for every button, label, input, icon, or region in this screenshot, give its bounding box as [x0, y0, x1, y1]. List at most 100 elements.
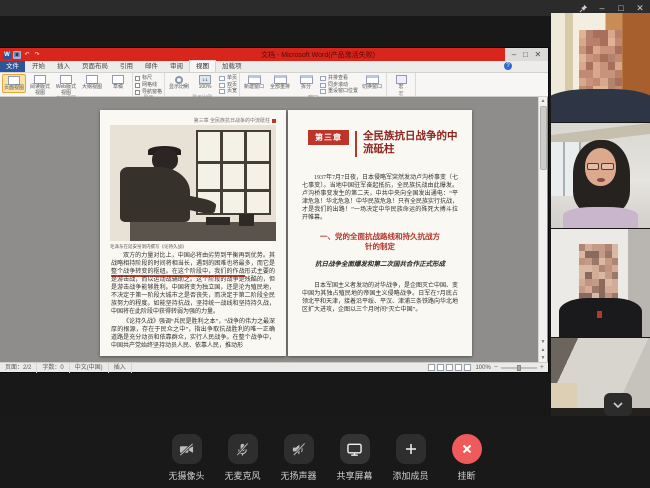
- mosaic-cell: [586, 78, 593, 86]
- word-window-controls: – □ ✕: [505, 48, 548, 61]
- mosaic-cell: [612, 258, 619, 265]
- camera-off-button[interactable]: 无摄像头: [166, 434, 207, 482]
- mosaic-cell: [599, 286, 606, 293]
- mosaic-cell: [586, 62, 593, 70]
- zoom-in-button[interactable]: +: [540, 364, 544, 372]
- zoom-100-button[interactable]: 1:1 100%: [193, 74, 217, 91]
- undo-icon[interactable]: ↶: [23, 51, 31, 59]
- view-shortcut-icon[interactable]: [446, 364, 453, 371]
- print-layout-view-button[interactable]: 页面视图: [2, 74, 26, 93]
- scrollbar-thumb[interactable]: [540, 106, 547, 170]
- tab-page-layout[interactable]: 页面布局: [76, 61, 114, 72]
- tab-addins[interactable]: 加载项: [216, 61, 248, 72]
- tab-references[interactable]: 引用: [114, 61, 139, 72]
- arrange-all-button[interactable]: 全部重排: [268, 74, 292, 91]
- mao-writing-photo: [110, 125, 276, 241]
- mosaic-cell: [612, 265, 619, 272]
- zoom-100-icon: 1:1: [199, 75, 211, 84]
- previous-page-icon[interactable]: ▲: [541, 346, 546, 354]
- new-window-button[interactable]: 新建窗口: [242, 74, 266, 91]
- word-close-button[interactable]: ✕: [535, 48, 542, 61]
- draft-view-button[interactable]: 草稿: [106, 74, 130, 91]
- minimize-button[interactable]: –: [596, 2, 608, 14]
- status-view-shortcuts[interactable]: [428, 364, 471, 371]
- mosaic-cell: [599, 272, 606, 279]
- tab-insert[interactable]: 插入: [51, 61, 76, 72]
- pin-icon[interactable]: [577, 2, 589, 14]
- help-icon[interactable]: ?: [504, 62, 512, 70]
- split-button[interactable]: 拆分: [294, 74, 318, 91]
- red-underline-annotation: 整个战争转变的枢纽。在这个阶段中，我们的作战: [111, 269, 245, 277]
- scroll-up-icon[interactable]: ▲: [541, 97, 546, 105]
- chapter-title: 全民族抗日战争的中流砥柱: [363, 130, 459, 156]
- video-tile-participant-2[interactable]: [551, 123, 650, 228]
- word-maximize-button[interactable]: □: [523, 48, 528, 61]
- tab-home[interactable]: 开始: [26, 61, 51, 72]
- word-app-icon: W: [3, 51, 11, 59]
- mic-off-button[interactable]: 无麦克风: [222, 434, 263, 482]
- document-area: 第三章 全民族抗日战争的中流砥柱: [0, 97, 548, 362]
- redo-icon[interactable]: ↷: [33, 51, 41, 59]
- mosaic-cell: [579, 286, 586, 293]
- checkbox-icon: [135, 76, 140, 81]
- side-by-side-icon: [320, 76, 326, 81]
- tab-review[interactable]: 审阅: [164, 61, 189, 72]
- document-scrollbar[interactable]: ▲ ▼ ▲ ▼: [538, 97, 547, 362]
- tab-mailings[interactable]: 邮件: [139, 61, 164, 72]
- video-tile-participant-1[interactable]: [551, 13, 650, 122]
- mosaic-cell: [593, 62, 600, 70]
- video-tile-participant-3[interactable]: [551, 229, 650, 337]
- status-insert-mode[interactable]: 插入: [109, 363, 132, 373]
- macros-button[interactable]: 宏: [389, 74, 413, 91]
- view-shortcut-icon[interactable]: [428, 364, 435, 371]
- close-button[interactable]: ✕: [634, 2, 646, 14]
- add-member-button[interactable]: 添加成员: [390, 434, 431, 482]
- view-side-by-side-button[interactable]: 并排查看: [320, 76, 358, 82]
- mosaic-cell: [579, 38, 586, 46]
- status-word-count[interactable]: 字数：0: [37, 363, 69, 373]
- one-page-button[interactable]: 单页: [219, 76, 237, 82]
- share-screen-button[interactable]: 共享屏幕: [334, 434, 375, 482]
- outline-view-button[interactable]: 大纲视图: [80, 74, 104, 91]
- tab-file[interactable]: 文件: [0, 61, 25, 72]
- zoom-button[interactable]: 显示比例: [167, 74, 191, 91]
- camera-off-icon: [178, 442, 195, 457]
- web-layout-view-button[interactable]: Web版式视图: [54, 74, 78, 96]
- video-tile-participant-4[interactable]: [551, 338, 650, 416]
- zoom-level[interactable]: 100%: [475, 365, 490, 371]
- mosaic-cell: [608, 30, 615, 38]
- status-language[interactable]: 中文(中国): [70, 363, 109, 373]
- word-status-bar: 页面：2/2 字数：0 中文(中国) 插入 100% − +: [0, 362, 548, 372]
- zoom-slider[interactable]: [501, 367, 537, 369]
- chapter-number-badge: 第三章: [308, 130, 349, 145]
- zoom-out-button[interactable]: −: [494, 364, 498, 372]
- collapse-video-list-button[interactable]: [604, 393, 632, 416]
- save-icon[interactable]: ▣: [13, 51, 21, 59]
- fullscreen-reading-view-button[interactable]: 阅读版式视图: [28, 74, 52, 96]
- speaker-off-button[interactable]: 无扬声器: [278, 434, 319, 482]
- mosaic-cell: [592, 286, 599, 293]
- mosaic-cell: [585, 251, 592, 258]
- gridlines-checkbox[interactable]: 网格线: [135, 82, 162, 88]
- next-page-icon[interactable]: ▼: [541, 354, 546, 362]
- mosaic-cell: [579, 62, 586, 70]
- mosaic-cell: [612, 272, 619, 279]
- mosaic-cell: [586, 70, 593, 78]
- hangup-button[interactable]: 挂断: [446, 434, 487, 482]
- view-shortcut-icon[interactable]: [437, 364, 444, 371]
- maximize-button[interactable]: □: [615, 2, 627, 14]
- scroll-down-icon[interactable]: ▼: [541, 338, 546, 346]
- tab-view[interactable]: 视图: [189, 60, 216, 72]
- view-shortcut-icon[interactable]: [464, 364, 471, 371]
- ruler-checkbox[interactable]: 标尺: [135, 75, 162, 81]
- chevron-down-icon: [612, 401, 624, 409]
- zoom-slider-thumb[interactable]: [517, 365, 521, 371]
- word-minimize-button[interactable]: –: [512, 48, 516, 61]
- macros-icon: [396, 75, 407, 84]
- view-shortcut-icon[interactable]: [455, 364, 462, 371]
- chapter-divider: [355, 131, 357, 157]
- ribbon-group-macros: 宏 宏: [387, 73, 416, 96]
- right-page-paragraph-1: 1937年7月7日夜，日本侵略军突然发动卢沟桥事变（七七事变）。当地中国驻军奋起…: [302, 174, 458, 222]
- quick-access-toolbar: W ▣ ↶ ↷: [3, 51, 41, 59]
- switch-windows-button[interactable]: 切换窗口: [360, 74, 384, 91]
